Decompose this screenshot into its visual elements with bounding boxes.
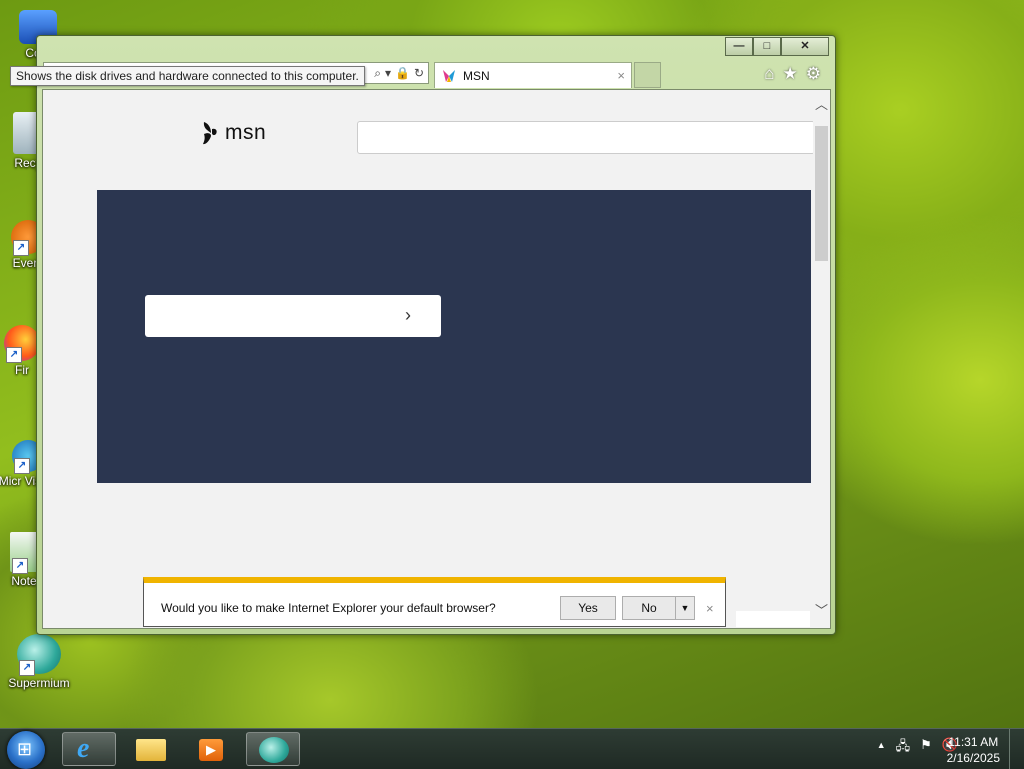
no-options-dropdown-button[interactable]: ▼ (675, 596, 695, 620)
caption-buttons: — □ ✕ (725, 37, 829, 56)
show-desktop-button[interactable] (1009, 729, 1024, 769)
msn-butterfly-icon (443, 69, 455, 82)
lock-icon[interactable]: 🔒 (395, 66, 410, 80)
browser-toolbar: ⌂ ★ ⚙ (764, 64, 821, 84)
refresh-icon[interactable]: ↻ (414, 66, 424, 80)
computer-tooltip: Shows the disk drives and hardware conne… (10, 66, 365, 86)
shortcut-arrow-icon: ↗ (12, 558, 28, 574)
scroll-down-icon[interactable]: ﹀ (813, 600, 830, 619)
vertical-scrollbar[interactable]: ︿ ﹀ (813, 97, 830, 627)
taskbar-file-explorer[interactable] (124, 732, 178, 766)
clock[interactable]: 11:31 AM 2/16/2025 (947, 734, 1000, 766)
taskbar-supermium[interactable] (246, 732, 300, 766)
tab-title: MSN (463, 68, 490, 83)
supermium-icon: ↗ (17, 634, 61, 676)
new-tab-button[interactable] (634, 62, 661, 88)
hero-banner: › (97, 190, 811, 483)
folder-icon (136, 739, 166, 761)
tab-close-icon[interactable]: × (617, 68, 625, 83)
msn-search-input[interactable] (357, 121, 815, 154)
shortcut-arrow-icon: ↗ (14, 458, 30, 474)
shortcut-arrow-icon: ↗ (13, 240, 29, 256)
clock-time: 11:31 AM (948, 735, 999, 749)
yes-button[interactable]: Yes (560, 596, 616, 620)
firefox-icon: ↗ (4, 325, 40, 363)
msn-butterfly-logo-icon (203, 122, 217, 145)
taskbar-internet-explorer[interactable]: e (62, 732, 116, 766)
chevron-right-icon: › (405, 305, 411, 325)
tab-msn[interactable]: MSN × (434, 62, 632, 88)
msn-logo-text: msn (225, 121, 267, 144)
msn-logo[interactable]: msn (201, 120, 266, 146)
settings-icon[interactable]: ⚙ (806, 64, 821, 84)
close-window-button[interactable]: ✕ (781, 37, 829, 56)
maximize-button[interactable]: □ (753, 37, 781, 56)
page-content: msn › ︿ ﹀ (42, 89, 831, 629)
hero-action-button[interactable]: › (145, 295, 441, 337)
home-icon[interactable]: ⌂ (764, 64, 774, 84)
search-icon[interactable]: ⌕ (374, 66, 381, 81)
internet-explorer-window: — □ ✕ ⌕ ▾ 🔒 ↻ MSN × ⌂ ★ ⚙ msn › ︿ ﹀ (36, 35, 836, 635)
favorites-icon[interactable]: ★ (783, 64, 798, 84)
notification-message: Would you like to make Internet Explorer… (161, 601, 496, 615)
shortcut-arrow-icon: ↗ (6, 347, 22, 363)
default-browser-notification: Would you like to make Internet Explorer… (143, 577, 726, 627)
no-button[interactable]: No (622, 596, 676, 620)
start-button[interactable]: ⊞ (7, 731, 45, 769)
taskbar: ⊞ e ▶ ▲ 🖧 ⚑ 🔇 11:31 AM 2/16/2025 (0, 728, 1024, 769)
supermium-icon (259, 737, 289, 763)
page-footer-fragment (736, 611, 810, 627)
taskbar-media-player[interactable]: ▶ (184, 732, 238, 766)
shortcut-arrow-icon: ↗ (19, 660, 35, 676)
show-hidden-icons-icon[interactable]: ▲ (877, 737, 886, 759)
network-icon[interactable]: 🖧 (896, 737, 911, 759)
desktop-icon-supermium[interactable]: ↗ Supermium (3, 634, 75, 690)
internet-explorer-icon: e (77, 733, 90, 764)
dropdown-icon[interactable]: ▾ (385, 66, 391, 80)
desktop-icon-label: Supermium (8, 676, 70, 690)
scroll-up-icon[interactable]: ︿ (813, 94, 830, 113)
minimize-button[interactable]: — (725, 37, 753, 56)
windows-logo-icon: ⊞ (17, 739, 33, 759)
media-player-icon: ▶ (199, 739, 223, 761)
scrollbar-thumb[interactable] (815, 126, 828, 261)
notepad-icon: ↗ (10, 532, 38, 574)
notification-close-icon[interactable]: × (706, 601, 714, 616)
action-center-flag-icon[interactable]: ⚑ (920, 737, 932, 759)
clock-date: 2/16/2025 (946, 751, 1000, 765)
